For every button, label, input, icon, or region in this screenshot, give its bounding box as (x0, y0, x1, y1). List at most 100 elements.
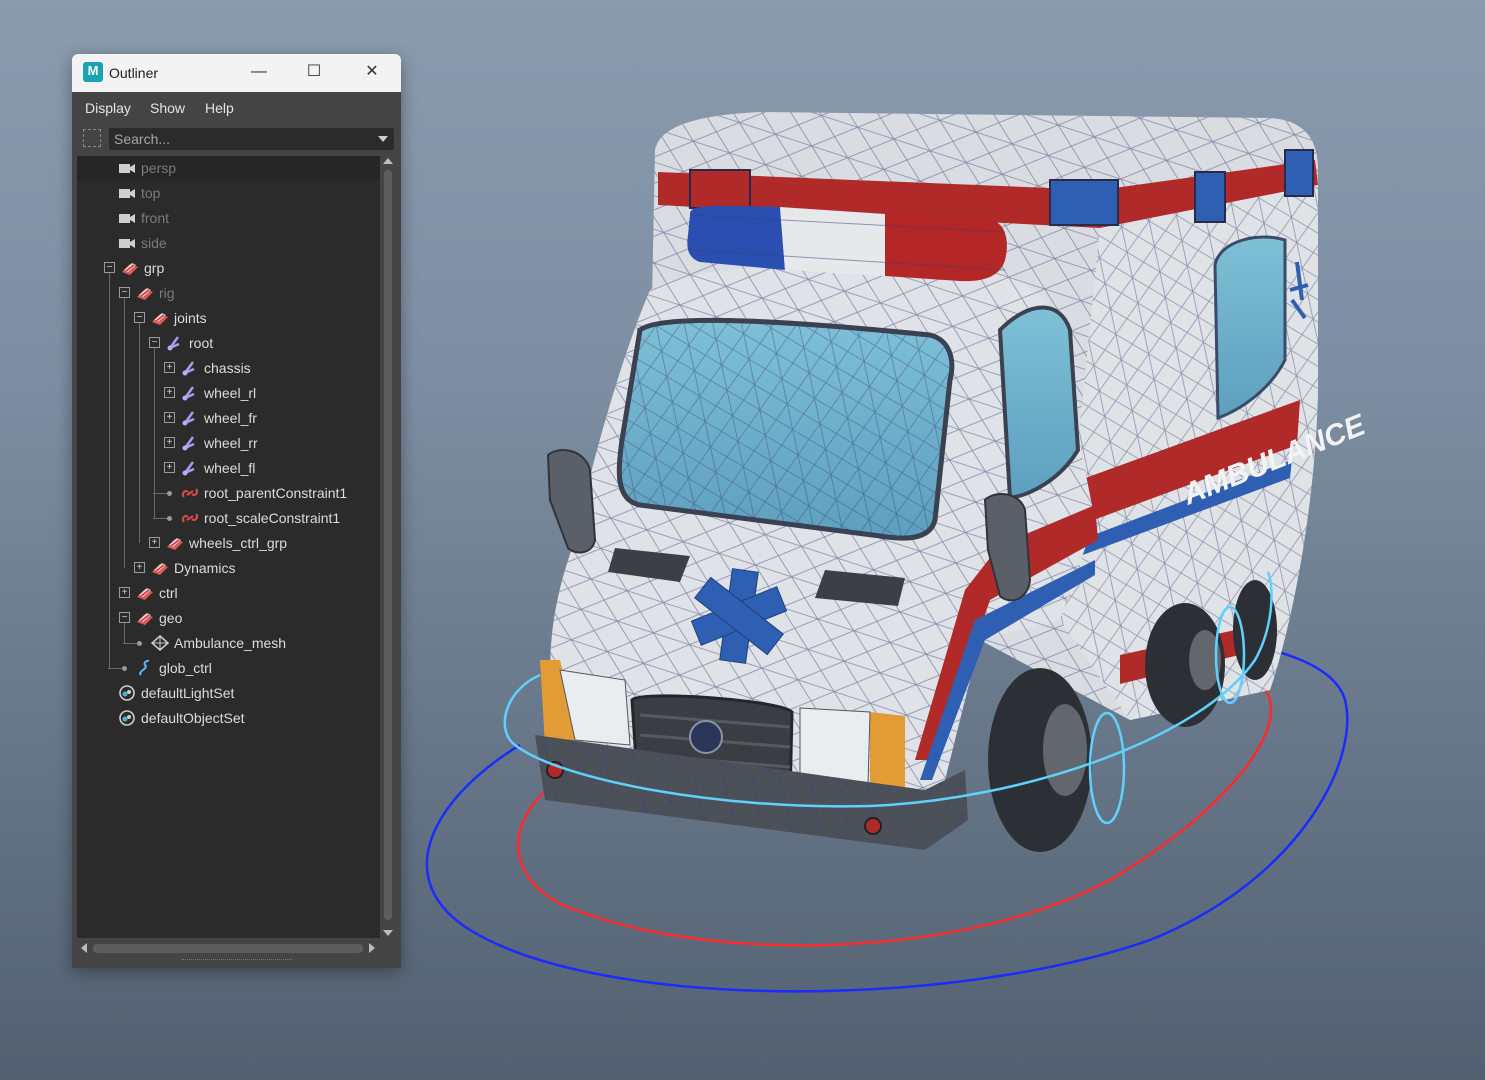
tree-connector (123, 643, 137, 644)
outliner-row-wheel-fl[interactable]: + wheel_fl (77, 456, 380, 481)
scroll-right-icon[interactable] (369, 943, 375, 953)
close-button[interactable]: ✕ (361, 61, 383, 83)
tree-connector (124, 623, 125, 643)
horizontal-scroll-thumb[interactable] (93, 944, 363, 953)
tree-connector (154, 348, 155, 518)
tree-connector (109, 273, 110, 668)
group-icon (135, 609, 155, 627)
outliner-row-wheel-rl[interactable]: + wheel_rl (77, 381, 380, 406)
outliner-row-persp[interactable]: persp (77, 156, 380, 181)
row-label: Dynamics (174, 560, 236, 576)
group-icon (135, 584, 155, 602)
expand-toggle-icon[interactable]: + (119, 587, 130, 598)
outliner-row-glob-ctrl[interactable]: glob_ctrl (77, 656, 380, 681)
joint-icon (180, 359, 200, 377)
outliner-row-rig[interactable]: − rig (77, 281, 380, 306)
outliner-window[interactable]: M Outliner — ☐ ✕ Display Show Help Searc… (72, 54, 401, 968)
set-icon (117, 684, 137, 702)
resize-grip[interactable] (182, 959, 292, 962)
camera-icon (117, 159, 137, 177)
expand-toggle-icon[interactable]: + (164, 362, 175, 373)
outliner-row-wheels-ctrl-grp[interactable]: + wheels_ctrl_grp (77, 531, 380, 556)
joint-icon (180, 434, 200, 452)
search-input[interactable]: Search... (109, 128, 394, 150)
row-label: top (141, 185, 161, 201)
maximize-button[interactable]: ☐ (303, 61, 325, 83)
outliner-row-chassis[interactable]: + chassis (77, 356, 380, 381)
ambulance-mesh[interactable]: AMBULANCE (535, 112, 1371, 852)
group-icon (165, 534, 185, 552)
search-dropdown-icon[interactable] (378, 136, 388, 142)
expand-toggle-icon[interactable]: + (164, 462, 175, 473)
leaf-dot-icon (122, 666, 127, 671)
group-icon (135, 284, 155, 302)
group-icon (150, 559, 170, 577)
maya-app-icon: M (83, 62, 103, 82)
tree-connector (153, 493, 167, 494)
outliner-row-grp[interactable]: − grp (77, 256, 380, 281)
filter-icon[interactable] (83, 129, 101, 147)
outliner-row-wheel-fr[interactable]: + wheel_fr (77, 406, 380, 431)
outliner-row-ctrl[interactable]: + ctrl (77, 581, 380, 606)
menu-help[interactable]: Help (205, 100, 234, 116)
scroll-up-icon[interactable] (383, 158, 393, 164)
set-icon (117, 709, 137, 727)
outliner-row-root[interactable]: − root (77, 331, 380, 356)
search-row: Search... (72, 122, 401, 154)
menu-show[interactable]: Show (150, 100, 185, 116)
outliner-row-side[interactable]: side (77, 231, 380, 256)
row-label: chassis (204, 360, 251, 376)
row-label: defaultLightSet (141, 685, 235, 701)
outliner-tree[interactable]: persp top front side − grp − rig − joints − root + ch… (77, 156, 380, 938)
curve-icon (135, 659, 155, 677)
camera-icon (117, 209, 137, 227)
expand-toggle-icon[interactable]: + (164, 387, 175, 398)
outliner-row-root-parentconstraint1[interactable]: root_parentConstraint1 (77, 481, 380, 506)
scroll-down-icon[interactable] (383, 930, 393, 936)
row-label: wheel_rl (204, 385, 257, 401)
collapse-toggle-icon[interactable]: − (119, 612, 130, 623)
outliner-titlebar[interactable]: M Outliner — ☐ ✕ (72, 54, 401, 92)
row-label: Ambulance_mesh (174, 635, 287, 651)
constraint-icon (180, 509, 200, 527)
joint-icon (165, 334, 185, 352)
outliner-row-wheel-rr[interactable]: + wheel_rr (77, 431, 380, 456)
outliner-row-top[interactable]: top (77, 181, 380, 206)
vertical-scrollbar[interactable] (380, 156, 396, 940)
minimize-button[interactable]: — (248, 61, 270, 83)
search-placeholder: Search... (114, 131, 171, 147)
group-icon (120, 259, 140, 277)
tree-connector (124, 298, 125, 568)
collapse-toggle-icon[interactable]: − (134, 312, 145, 323)
row-label: joints (174, 310, 207, 326)
outliner-row-front[interactable]: front (77, 206, 380, 231)
row-label: glob_ctrl (159, 660, 212, 676)
joint-icon (180, 384, 200, 402)
outliner-row-joints[interactable]: − joints (77, 306, 380, 331)
tree-connector (108, 668, 122, 669)
collapse-toggle-icon[interactable]: − (149, 337, 160, 348)
menu-display[interactable]: Display (85, 100, 131, 116)
outliner-row-dynamics[interactable]: + Dynamics (77, 556, 380, 581)
collapse-toggle-icon[interactable]: − (104, 262, 115, 273)
vertical-scroll-thumb[interactable] (384, 170, 392, 920)
outliner-row-root-scaleconstraint1[interactable]: root_scaleConstraint1 (77, 506, 380, 531)
row-label: persp (141, 160, 177, 176)
outliner-row-geo[interactable]: − geo (77, 606, 380, 631)
camera-icon (117, 234, 137, 252)
mesh-icon (150, 634, 170, 652)
row-label: defaultObjectSet (141, 710, 245, 726)
collapse-toggle-icon[interactable]: − (119, 287, 130, 298)
menubar: Display Show Help (72, 92, 401, 122)
expand-toggle-icon[interactable]: + (149, 537, 160, 548)
expand-toggle-icon[interactable]: + (164, 437, 175, 448)
row-label: geo (159, 610, 183, 626)
outliner-row-ambulance-mesh[interactable]: Ambulance_mesh (77, 631, 380, 656)
expand-toggle-icon[interactable]: + (164, 412, 175, 423)
outliner-row-defaultlightset[interactable]: defaultLightSet (77, 681, 380, 706)
horizontal-scrollbar[interactable] (77, 940, 380, 956)
tree-connector (139, 323, 140, 543)
expand-toggle-icon[interactable]: + (134, 562, 145, 573)
scroll-left-icon[interactable] (81, 943, 87, 953)
outliner-row-defaultobjectset[interactable]: defaultObjectSet (77, 706, 380, 731)
